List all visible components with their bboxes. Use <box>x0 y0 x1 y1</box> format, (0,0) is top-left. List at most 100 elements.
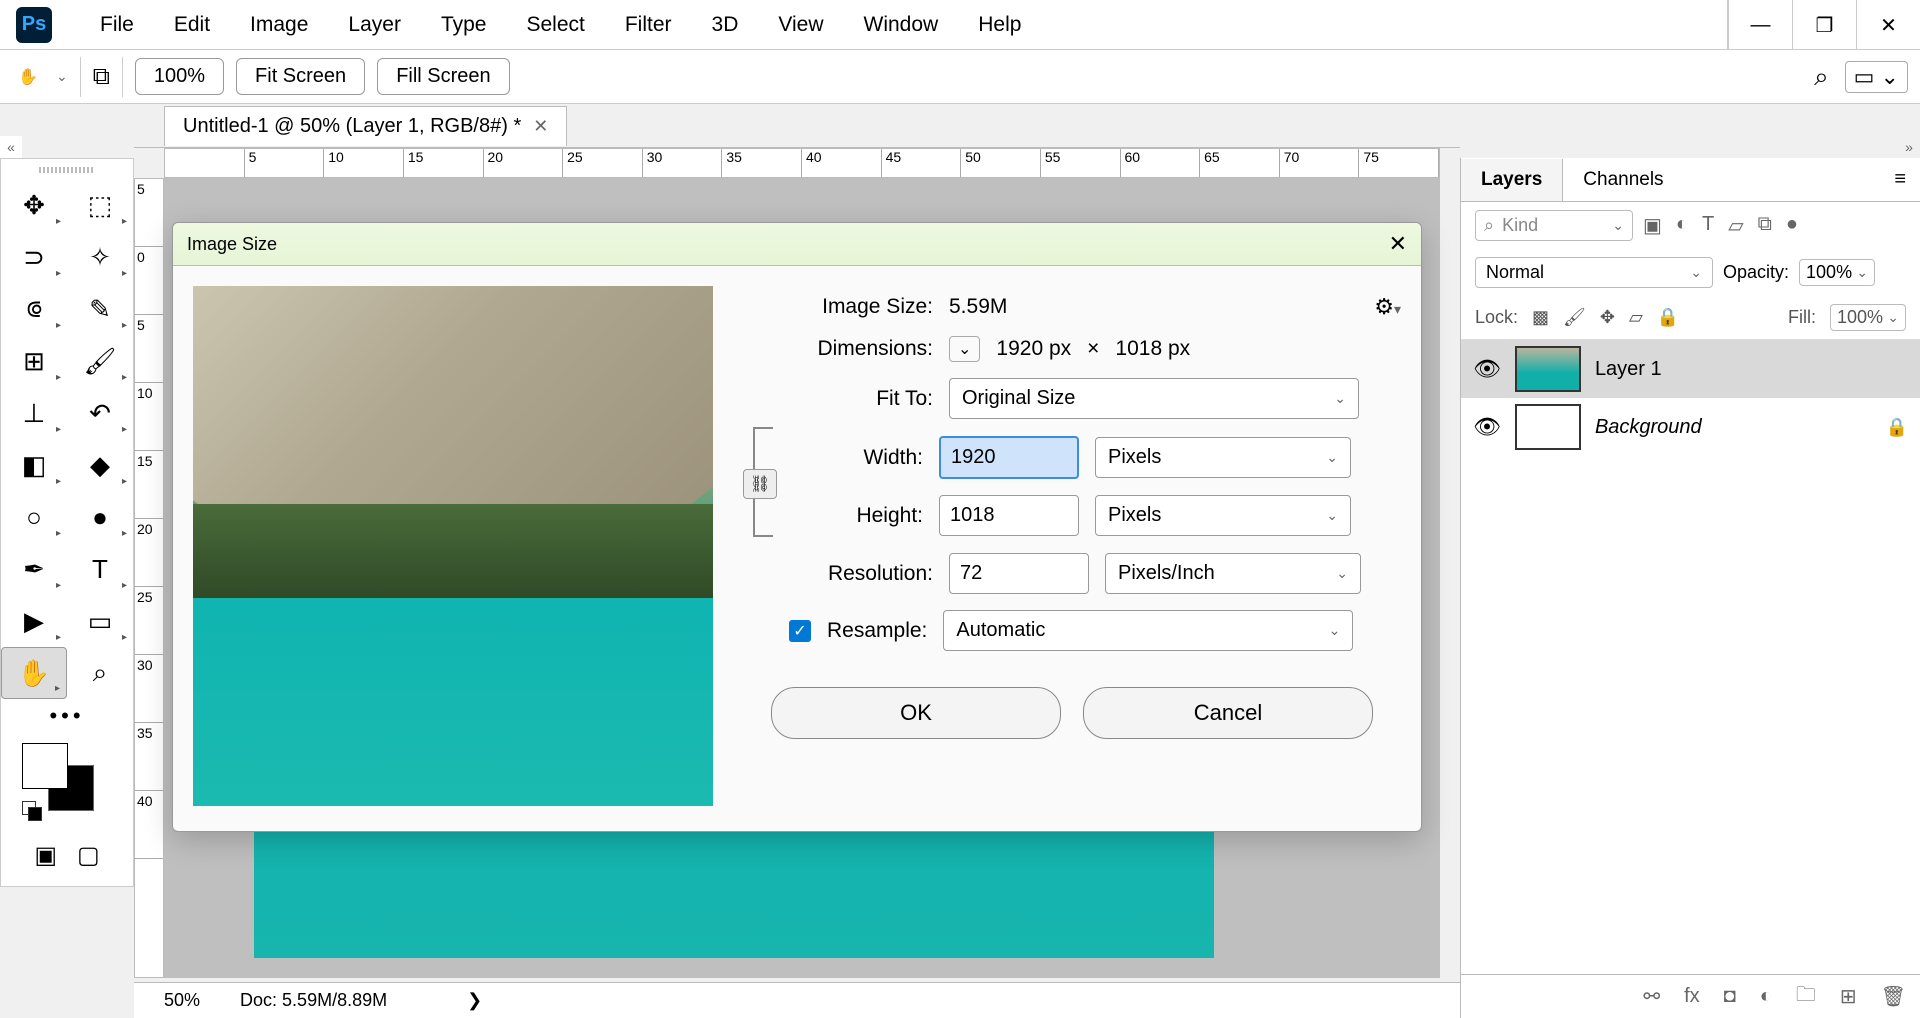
close-window-button[interactable]: ✕ <box>1856 0 1920 50</box>
panel-menu-icon[interactable]: ≡ <box>1880 168 1920 191</box>
filter-smart-icon[interactable]: ⧉ <box>1758 213 1772 238</box>
menu-filter[interactable]: Filter <box>605 13 692 37</box>
opacity-field[interactable]: 100%⌄ <box>1799 259 1875 286</box>
collapse-right-icon[interactable]: » <box>1898 136 1920 158</box>
layer-item[interactable]: 👁 Layer 1 <box>1461 340 1920 398</box>
visibility-icon[interactable]: 👁 <box>1473 356 1501 382</box>
tab-channels[interactable]: Channels <box>1563 159 1683 201</box>
rectangle-tool[interactable]: ▭▸ <box>67 595 133 647</box>
menu-image[interactable]: Image <box>230 13 328 37</box>
brush-tool[interactable]: 🖌▸ <box>67 335 133 387</box>
ok-button[interactable]: OK <box>771 687 1061 739</box>
window-arrange-icon[interactable]: ⧉ <box>93 63 110 91</box>
width-unit-select[interactable]: Pixels ⌄ <box>1095 437 1351 478</box>
crop-tool[interactable]: ⟃▸ <box>1 283 67 335</box>
filter-image-icon[interactable]: ▣ <box>1643 213 1662 238</box>
paint-bucket-tool[interactable]: ◆▸ <box>67 439 133 491</box>
zoom-tool[interactable]: ⌕ <box>67 647 133 699</box>
resample-select[interactable]: Automatic ⌄ <box>943 610 1353 651</box>
panel-grip[interactable] <box>39 167 95 173</box>
maximize-button[interactable]: ❐ <box>1792 0 1856 50</box>
width-input[interactable]: 1920 <box>939 436 1079 479</box>
cancel-button[interactable]: Cancel <box>1083 687 1373 739</box>
fx-icon[interactable]: fx <box>1684 985 1700 1008</box>
lock-artboard-icon[interactable]: ▱ <box>1629 307 1643 328</box>
menu-3d[interactable]: 3D <box>692 13 759 37</box>
menu-edit[interactable]: Edit <box>154 13 230 37</box>
close-dialog-icon[interactable]: ✕ <box>1389 231 1407 257</box>
type-tool[interactable]: T▸ <box>67 543 133 595</box>
fill-field[interactable]: 100%⌄ <box>1830 304 1906 331</box>
foreground-color[interactable] <box>22 743 68 789</box>
new-layer-icon[interactable]: ⊞ <box>1840 984 1857 1009</box>
stamp-tool[interactable]: ⊥▸ <box>1 387 67 439</box>
lock-move-icon[interactable]: ✥ <box>1600 307 1615 328</box>
default-colors-icon[interactable] <box>22 801 44 823</box>
menu-type[interactable]: Type <box>421 13 507 37</box>
lasso-tool[interactable]: ⊃▸ <box>1 231 67 283</box>
adjustment-icon[interactable]: ◐ <box>1760 985 1772 1008</box>
menu-help[interactable]: Help <box>958 13 1041 37</box>
fit-screen-button[interactable]: Fit Screen <box>236 58 365 95</box>
healing-tool[interactable]: ⊞▸ <box>1 335 67 387</box>
layer-thumbnail[interactable] <box>1515 346 1581 392</box>
menu-layer[interactable]: Layer <box>328 13 421 37</box>
pen-tool[interactable]: ✒▸ <box>1 543 67 595</box>
fit-to-select[interactable]: Original Size ⌄ <box>949 378 1359 419</box>
height-unit-select[interactable]: Pixels ⌄ <box>1095 495 1351 536</box>
close-tab-icon[interactable]: ✕ <box>533 116 548 137</box>
layer-name[interactable]: Background <box>1595 416 1702 439</box>
tab-layers[interactable]: Layers <box>1461 159 1563 201</box>
lock-trans-icon[interactable]: ▩ <box>1532 307 1549 328</box>
group-icon[interactable]: 🗀 <box>1796 980 1816 1014</box>
layer-name[interactable]: Layer 1 <box>1595 358 1662 381</box>
search-icon[interactable]: ⌕ <box>1814 61 1829 93</box>
dimensions-unit-toggle[interactable]: ⌄ <box>949 336 980 362</box>
layer-item[interactable]: 👁 Background 🔒 <box>1461 398 1920 456</box>
hand-tool-icon[interactable]: ✋ <box>12 67 44 87</box>
lock-brush-icon[interactable]: 🖌 <box>1563 307 1586 328</box>
document-tab[interactable]: Untitled-1 @ 50% (Layer 1, RGB/8#) * ✕ <box>164 106 567 146</box>
color-swatches[interactable] <box>22 743 112 823</box>
filter-toggle-icon[interactable]: ● <box>1786 213 1798 238</box>
mask-icon[interactable]: ◘ <box>1724 985 1736 1008</box>
delete-layer-icon[interactable]: 🗑 <box>1881 984 1906 1009</box>
minimize-button[interactable]: — <box>1728 0 1792 50</box>
tool-preset-chevron-icon[interactable]: ⌄ <box>56 68 68 85</box>
resolution-unit-select[interactable]: Pixels/Inch ⌄ <box>1105 553 1361 594</box>
quickmask-icon[interactable]: ▣ <box>34 841 57 870</box>
status-doc-size[interactable]: Doc: 5.59M/8.89M <box>240 990 387 1011</box>
blend-mode-select[interactable]: Normal ⌄ <box>1475 257 1713 288</box>
fill-screen-button[interactable]: Fill Screen <box>377 58 509 95</box>
zoom-level-button[interactable]: 100% <box>135 58 224 95</box>
lock-icon[interactable]: 🔒 <box>1886 417 1908 438</box>
move-tool[interactable]: ✥▸ <box>1 179 67 231</box>
path-select-tool[interactable]: ▶▸ <box>1 595 67 647</box>
filter-adjust-icon[interactable]: ◐ <box>1676 213 1688 238</box>
hand-tool[interactable]: ✋▸ <box>1 647 67 699</box>
lock-all-icon[interactable]: 🔒 <box>1657 307 1679 328</box>
filter-type-icon[interactable]: T <box>1702 213 1714 238</box>
menu-select[interactable]: Select <box>506 13 604 37</box>
status-flyout-icon[interactable]: ❯ <box>467 990 482 1011</box>
eraser-tool[interactable]: ◧▸ <box>1 439 67 491</box>
history-brush-tool[interactable]: ↶▸ <box>67 387 133 439</box>
collapse-left-icon[interactable]: « <box>0 136 22 158</box>
resample-checkbox[interactable]: ✓ <box>789 620 811 642</box>
dodge-tool[interactable]: ●▸ <box>67 491 133 543</box>
marquee-tool[interactable]: ⬚▸ <box>67 179 133 231</box>
resolution-input[interactable]: 72 <box>949 553 1089 594</box>
menu-view[interactable]: View <box>758 13 843 37</box>
workspace-switcher-icon[interactable]: ▭ ⌄ <box>1845 61 1908 93</box>
gear-icon[interactable]: ⚙▾ <box>1374 294 1401 320</box>
filter-shape-icon[interactable]: ▱ <box>1728 213 1743 238</box>
magic-wand-tool[interactable]: ✧▸ <box>67 231 133 283</box>
blur-tool[interactable]: ○▸ <box>1 491 67 543</box>
visibility-icon[interactable]: 👁 <box>1473 414 1501 440</box>
dialog-title-bar[interactable]: Image Size ✕ <box>173 223 1421 266</box>
edit-toolbar-button[interactable]: ••• <box>1 699 133 733</box>
screenmode-icon[interactable]: ▢ <box>77 841 100 870</box>
status-zoom[interactable]: 50% <box>164 990 200 1011</box>
constrain-proportions-button[interactable]: ⛓ <box>743 469 777 499</box>
link-layers-icon[interactable]: ⚯ <box>1643 984 1660 1009</box>
